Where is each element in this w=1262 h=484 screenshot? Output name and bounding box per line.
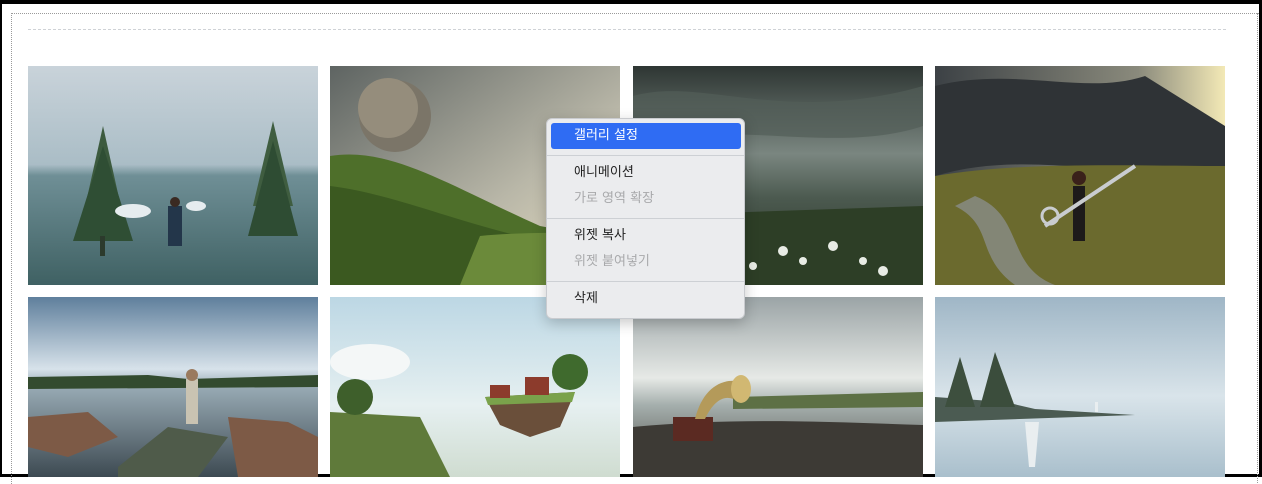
menu-item-expand-width: 가로 영역 확장: [574, 191, 655, 206]
gallery-image-floating-island[interactable]: [330, 297, 620, 477]
section-divider: [28, 29, 1226, 30]
menu-item-animation[interactable]: 애니메이션: [551, 160, 741, 186]
gallery-image-gramophone-shore[interactable]: [633, 297, 923, 477]
gallery-image-trees-in-lake[interactable]: [28, 66, 318, 285]
context-menu: 갤러리 설정 애니메이션 가로 영역 확장 위젯 복사 위젯 붙여넣기 삭제: [546, 118, 745, 319]
gallery-image-girl-with-scissors[interactable]: [935, 66, 1225, 285]
gallery-image-man-on-broken-ice-boat[interactable]: [28, 297, 318, 477]
menu-item-paste-widget: 위젯 붙여넣기: [574, 254, 650, 269]
menu-separator: [547, 281, 744, 282]
menu-separator: [547, 155, 744, 156]
menu-item-gallery-settings[interactable]: 갤러리 설정: [551, 123, 741, 149]
menu-item-delete[interactable]: 삭제: [551, 286, 741, 312]
gallery-image-misty-shore[interactable]: [935, 297, 1225, 477]
menu-item-copy-widget[interactable]: 위젯 복사: [551, 223, 741, 249]
menu-separator: [547, 218, 744, 219]
widget-area-right-edge: [1257, 13, 1258, 483]
